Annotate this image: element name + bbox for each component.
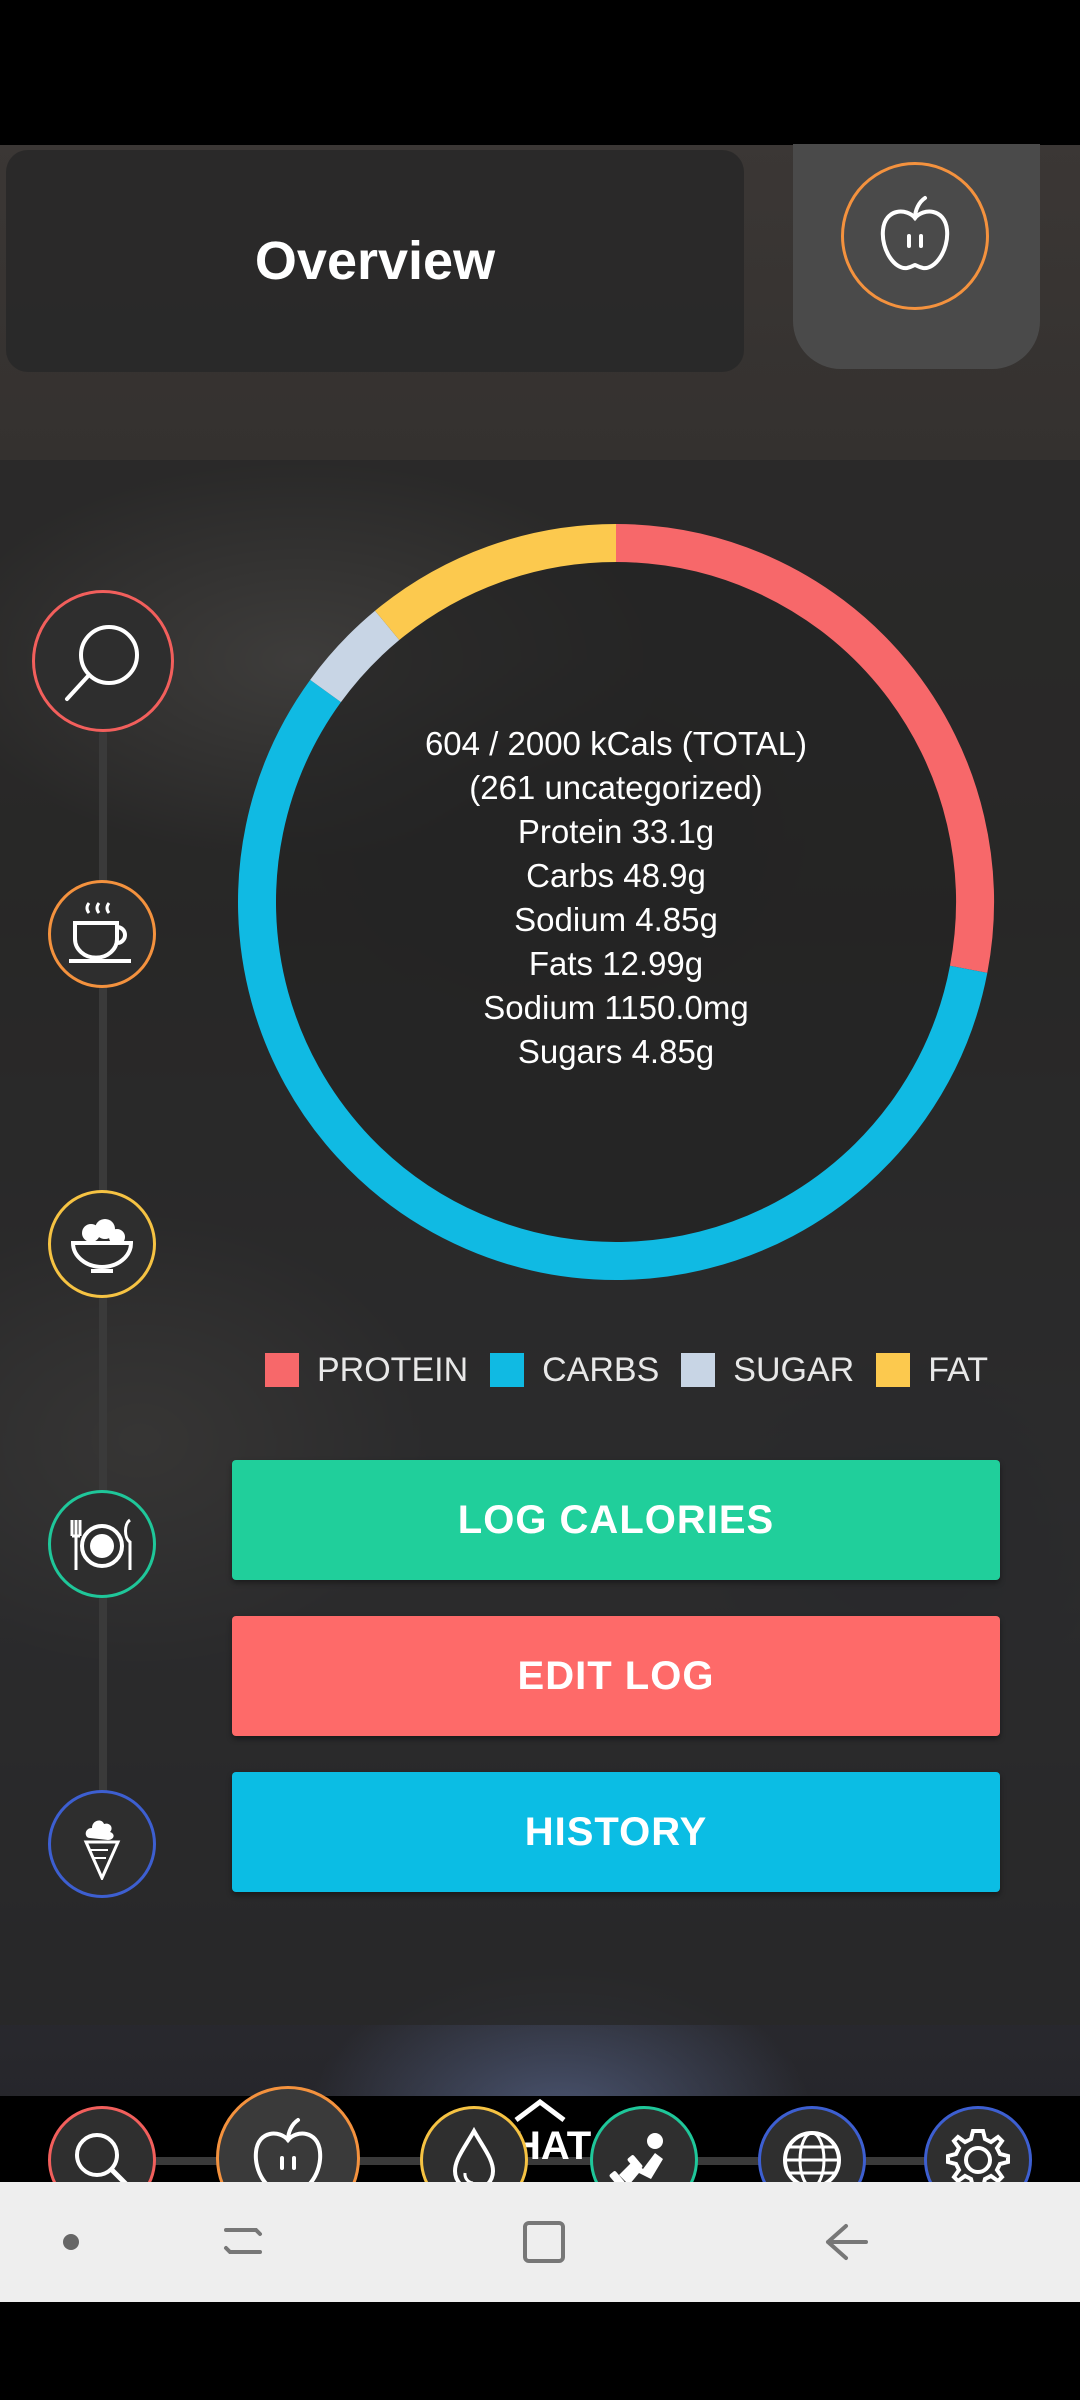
legend-label-fat: FAT — [928, 1350, 989, 1389]
recents-icon[interactable] — [222, 2222, 264, 2262]
recent-dot-icon — [63, 2234, 79, 2250]
rail-dinner-button[interactable] — [48, 1490, 156, 1598]
chevron-up-icon[interactable] — [512, 2098, 568, 2124]
search-icon — [65, 625, 139, 701]
header-card: Overview — [6, 150, 744, 372]
apple-icon-ring — [841, 162, 989, 310]
uncategorized-text: (261 uncategorized) — [469, 769, 763, 806]
home-square-icon[interactable] — [522, 2220, 566, 2264]
nutrition-summary: 604 / 2000 kCals (TOTAL) (261 uncategori… — [236, 722, 996, 1074]
status-bar-area — [0, 0, 1080, 145]
legend-label-sugar: SUGAR — [733, 1350, 855, 1389]
edit-log-button[interactable]: EDIT LOG — [232, 1616, 1000, 1736]
bottom-blank — [0, 2302, 1080, 2400]
carbs-text: Carbs 48.9g — [526, 857, 706, 894]
legend-swatch-sugar — [681, 1353, 716, 1387]
total-kcals-text: 604 / 2000 kCals (TOTAL) — [424, 725, 808, 762]
system-nav-bar — [0, 2182, 1080, 2302]
chart-legend: PROTEIN CARBS SUGAR FAT — [265, 1348, 1010, 1392]
plate-cutlery-icon — [70, 1518, 132, 1570]
rail-breakfast-button[interactable] — [48, 880, 156, 988]
history-button[interactable]: HISTORY — [232, 1772, 1000, 1892]
sugars-text: Sugars 4.85g — [517, 1033, 715, 1070]
legend-sugar: SUGAR — [681, 1351, 854, 1390]
legend-swatch-carbs — [490, 1353, 525, 1387]
protein-text: Protein 33.1g — [517, 813, 715, 850]
sodium-mg-text: Sodium 1150.0mg — [483, 989, 749, 1026]
page-title: Overview — [254, 231, 496, 291]
ice-cream-icon — [83, 1820, 121, 1880]
legend-protein: PROTEIN — [265, 1351, 468, 1390]
coffee-cup-icon — [69, 902, 131, 963]
salad-bowl-icon — [70, 1219, 134, 1273]
apple-tab-button[interactable] — [793, 144, 1040, 369]
log-calories-button[interactable]: LOG CALORIES — [232, 1460, 1000, 1580]
legend-label-carbs: CARBS — [542, 1350, 660, 1389]
legend-fat: FAT — [876, 1351, 988, 1390]
rail-search-button[interactable] — [32, 590, 174, 732]
rail-lunch-button[interactable] — [48, 1190, 156, 1298]
legend-carbs: CARBS — [490, 1351, 659, 1390]
legend-label-protein: PROTEIN — [317, 1350, 469, 1389]
apple-icon — [880, 196, 950, 271]
back-arrow-icon[interactable] — [824, 2222, 870, 2262]
legend-swatch-protein — [265, 1353, 299, 1387]
rail-snack-button[interactable] — [48, 1790, 156, 1898]
legend-swatch-fat — [876, 1353, 911, 1387]
sodium-g-text: Sodium 4.85g — [514, 901, 718, 938]
fats-text: Fats 12.99g — [528, 945, 704, 982]
